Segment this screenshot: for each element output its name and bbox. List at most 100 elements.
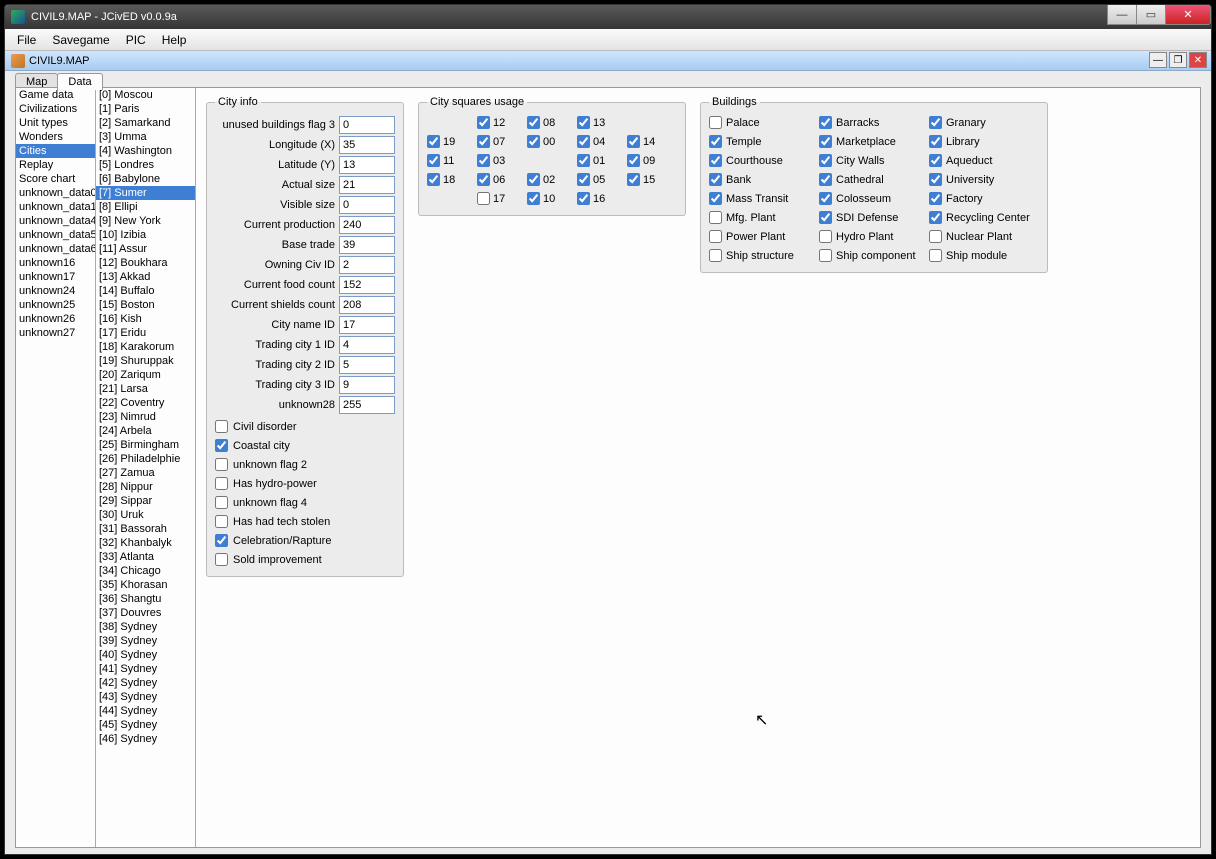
building-checkbox[interactable] [819,116,832,129]
field-input[interactable] [339,176,395,194]
city-item[interactable]: [42] Sydney [96,676,195,690]
field-input[interactable] [339,316,395,334]
tab-data[interactable]: Data [57,73,102,90]
city-item[interactable]: [22] Coventry [96,396,195,410]
square-checkbox[interactable] [527,192,540,205]
category-item[interactable]: unknown_data0 [16,186,95,200]
doc-close-button[interactable]: ✕ [1189,52,1207,68]
city-item[interactable]: [40] Sydney [96,648,195,662]
field-input[interactable] [339,196,395,214]
building-checkbox[interactable] [709,211,722,224]
field-input[interactable] [339,276,395,294]
category-item[interactable]: unknown24 [16,284,95,298]
city-item[interactable]: [19] Shuruppak [96,354,195,368]
category-item[interactable]: Game data [16,88,95,102]
doc-restore-button[interactable]: ❐ [1169,52,1187,68]
square-checkbox[interactable] [577,192,590,205]
city-item[interactable]: [12] Boukhara [96,256,195,270]
city-item[interactable]: [1] Paris [96,102,195,116]
square-checkbox[interactable] [477,135,490,148]
building-checkbox[interactable] [819,173,832,186]
city-item[interactable]: [41] Sydney [96,662,195,676]
square-checkbox[interactable] [477,154,490,167]
field-input[interactable] [339,256,395,274]
building-checkbox[interactable] [929,230,942,243]
building-checkbox[interactable] [709,249,722,262]
category-item[interactable]: Wonders [16,130,95,144]
city-item[interactable]: [24] Arbela [96,424,195,438]
city-item[interactable]: [6] Babylone [96,172,195,186]
city-item[interactable]: [38] Sydney [96,620,195,634]
building-checkbox[interactable] [929,192,942,205]
city-item[interactable]: [32] Khanbalyk [96,536,195,550]
square-checkbox[interactable] [577,173,590,186]
building-checkbox[interactable] [819,135,832,148]
category-item[interactable]: unknown16 [16,256,95,270]
city-item[interactable]: [18] Karakorum [96,340,195,354]
city-item[interactable]: [35] Khorasan [96,578,195,592]
square-checkbox[interactable] [577,135,590,148]
city-item[interactable]: [31] Bassorah [96,522,195,536]
menu-pic[interactable]: PIC [118,30,154,50]
building-checkbox[interactable] [709,230,722,243]
city-item[interactable]: [43] Sydney [96,690,195,704]
field-input[interactable] [339,356,395,374]
city-list[interactable]: [0] Moscou[1] Paris[2] Samarkand[3] Umma… [96,88,196,847]
building-checkbox[interactable] [819,230,832,243]
square-checkbox[interactable] [477,173,490,186]
building-checkbox[interactable] [709,116,722,129]
building-checkbox[interactable] [819,249,832,262]
city-item[interactable]: [44] Sydney [96,704,195,718]
menu-help[interactable]: Help [154,30,195,50]
square-checkbox[interactable] [527,135,540,148]
city-item[interactable]: [25] Birmingham [96,438,195,452]
flag-checkbox[interactable] [215,553,228,566]
city-item[interactable]: [30] Uruk [96,508,195,522]
city-item[interactable]: [36] Shangtu [96,592,195,606]
city-item[interactable]: [14] Buffalo [96,284,195,298]
field-input[interactable] [339,136,395,154]
square-checkbox[interactable] [627,173,640,186]
field-input[interactable] [339,396,395,414]
square-checkbox[interactable] [427,154,440,167]
city-item[interactable]: [33] Atlanta [96,550,195,564]
square-checkbox[interactable] [527,173,540,186]
building-checkbox[interactable] [929,135,942,148]
category-list[interactable]: Game dataCivilizationsUnit typesWondersC… [16,88,96,847]
category-item[interactable]: Cities [16,144,95,158]
category-item[interactable]: unknown_data1 [16,200,95,214]
category-item[interactable]: unknown_data6 [16,242,95,256]
minimize-button[interactable]: — [1107,5,1137,25]
city-item[interactable]: [4] Washington [96,144,195,158]
category-item[interactable]: unknown26 [16,312,95,326]
category-item[interactable]: Score chart [16,172,95,186]
category-item[interactable]: unknown17 [16,270,95,284]
square-checkbox[interactable] [627,154,640,167]
city-item[interactable]: [34] Chicago [96,564,195,578]
flag-checkbox[interactable] [215,477,228,490]
field-input[interactable] [339,156,395,174]
building-checkbox[interactable] [709,192,722,205]
field-input[interactable] [339,296,395,314]
city-item[interactable]: [2] Samarkand [96,116,195,130]
building-checkbox[interactable] [709,135,722,148]
square-checkbox[interactable] [577,116,590,129]
category-item[interactable]: unknown_data5 [16,228,95,242]
field-input[interactable] [339,336,395,354]
square-checkbox[interactable] [577,154,590,167]
field-input[interactable] [339,216,395,234]
building-checkbox[interactable] [819,192,832,205]
flag-checkbox[interactable] [215,458,228,471]
city-item[interactable]: [5] Londres [96,158,195,172]
flag-checkbox[interactable] [215,420,228,433]
city-item[interactable]: [16] Kish [96,312,195,326]
city-item[interactable]: [20] Zariqum [96,368,195,382]
city-item[interactable]: [37] Douvres [96,606,195,620]
city-item[interactable]: [23] Nimrud [96,410,195,424]
menu-file[interactable]: File [9,30,44,50]
building-checkbox[interactable] [929,116,942,129]
building-checkbox[interactable] [929,154,942,167]
city-item[interactable]: [8] Ellipi [96,200,195,214]
square-checkbox[interactable] [477,116,490,129]
building-checkbox[interactable] [709,154,722,167]
